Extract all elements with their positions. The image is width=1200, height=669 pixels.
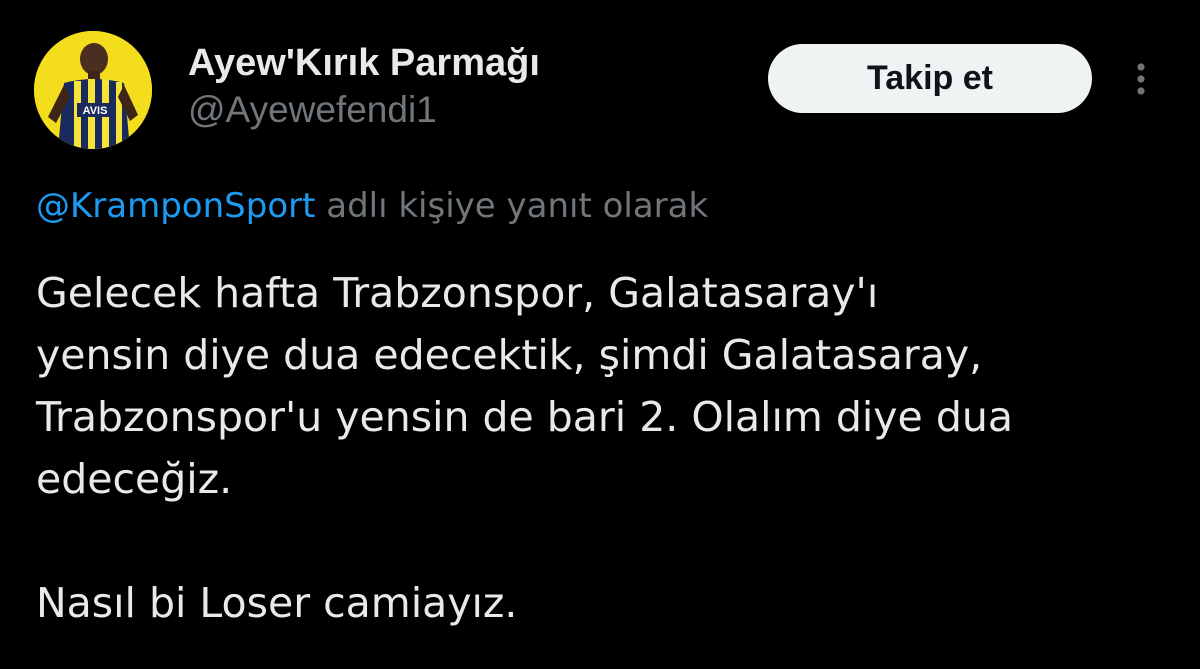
author-block: Ayew'Kırık Parmağı @Ayewefendi1	[188, 40, 540, 132]
reply-context-text: adlı kişiye yanıt olarak	[315, 186, 709, 226]
reply-mention-link[interactable]: @KramponSport	[36, 186, 315, 226]
tweet-text: Gelecek hafta Trabzonspor, Galatasaray'ı…	[36, 262, 1166, 634]
tweet-closing-line: Nasıl bi Loser camiayız.	[36, 579, 518, 627]
avatar[interactable]: AVIS	[34, 31, 152, 149]
tweet-line: edeceğiz.	[36, 455, 233, 503]
tweet: AVIS Ayew'Kırık Parmağı @Ayewefendi1 Tak…	[0, 0, 1200, 669]
author-handle[interactable]: @Ayewefendi1	[188, 88, 540, 132]
follow-button[interactable]: Takip et	[768, 44, 1092, 113]
more-vertical-icon	[1137, 63, 1145, 95]
more-options-button[interactable]	[1120, 58, 1162, 100]
author-display-name[interactable]: Ayew'Kırık Parmağı	[188, 40, 540, 86]
tweet-line: Gelecek hafta Trabzonspor, Galatasaray'ı	[36, 269, 879, 317]
svg-text:AVIS: AVIS	[83, 105, 108, 117]
reply-context: @KramponSport adlı kişiye yanıt olarak	[36, 184, 708, 228]
player-photo-icon: AVIS	[34, 31, 152, 149]
tweet-line: yensin diye dua edecektik, şimdi Galatas…	[36, 331, 983, 379]
tweet-line: Trabzonspor'u yensin de bari 2. Olalım d…	[36, 393, 1013, 441]
